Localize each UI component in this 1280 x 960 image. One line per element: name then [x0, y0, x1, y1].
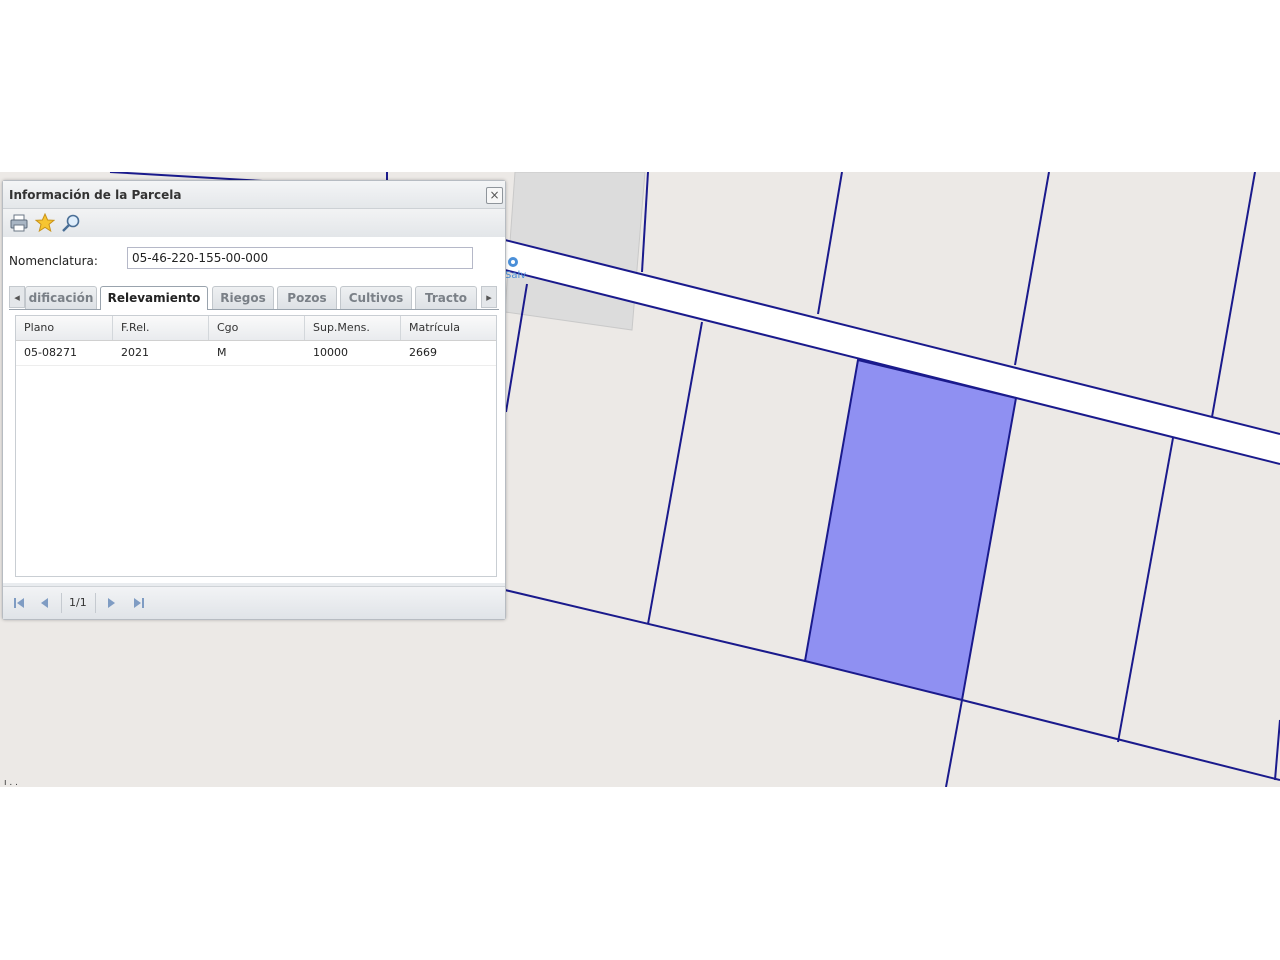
column-header-plano[interactable]: Plano: [16, 316, 113, 340]
star-icon[interactable]: [35, 213, 55, 233]
grid-header: Plano F.Rel. Cgo Sup.Mens. Matrícula: [16, 316, 496, 341]
parcel-line: [817, 172, 843, 315]
column-header-frel[interactable]: F.Rel.: [113, 316, 209, 340]
nomenclatura-input[interactable]: [127, 247, 473, 269]
page-indicator: 1/1: [69, 596, 87, 609]
close-button[interactable]: ×: [486, 187, 503, 204]
first-page-icon[interactable]: [11, 595, 27, 611]
column-header-cgo[interactable]: Cgo: [209, 316, 305, 340]
parcel-line: [647, 321, 703, 625]
relevamiento-grid[interactable]: Plano F.Rel. Cgo Sup.Mens. Matrícula 05-…: [15, 315, 497, 577]
column-header-matricula[interactable]: Matrícula: [401, 316, 496, 340]
parcel-line: [504, 589, 806, 662]
cell-sup-mens: 10000: [313, 346, 348, 359]
printer-icon[interactable]: [9, 213, 29, 233]
parcel-line: [1117, 437, 1174, 743]
cell-matricula: 2669: [409, 346, 437, 359]
window-body: Nomenclatura: ◂ dificación Relevamiento …: [3, 237, 505, 583]
next-page-icon[interactable]: [103, 595, 119, 611]
parcel-line: [961, 699, 1280, 781]
last-page-icon[interactable]: [131, 595, 147, 611]
tab-cultivos[interactable]: Cultivos: [340, 286, 412, 309]
tab-scroll-right-icon[interactable]: ▸: [481, 286, 497, 308]
parcel-line: [945, 699, 963, 787]
parcel-line: [1211, 172, 1256, 418]
location-pin-icon[interactable]: [508, 257, 518, 267]
tab-relevamiento[interactable]: Relevamiento: [100, 286, 208, 310]
pager-separator: [95, 593, 96, 613]
tab-bar: ◂ dificación Relevamiento Riegos Pozos C…: [9, 283, 499, 310]
cell-cgo: M: [217, 346, 227, 359]
magnifier-icon[interactable]: [61, 213, 81, 233]
tab-riegos[interactable]: Riegos: [212, 286, 274, 309]
tab-pozos[interactable]: Pozos: [277, 286, 337, 309]
window-header[interactable]: Información de la Parcela ×: [3, 181, 505, 209]
selected-parcel[interactable]: [803, 358, 1018, 702]
table-row[interactable]: 05-08271 2021 M 10000 2669: [16, 341, 496, 366]
toolbar: [3, 209, 505, 237]
parcel-info-window[interactable]: Información de la Parcela × Nomenclatura…: [2, 180, 506, 620]
pager-separator: [61, 593, 62, 613]
map-attribution: ı . .: [4, 778, 18, 787]
paging-toolbar: 1/1: [3, 586, 505, 619]
previous-page-icon[interactable]: [37, 595, 53, 611]
cell-frel: 2021: [121, 346, 149, 359]
cell-plano: 05-08271: [24, 346, 77, 359]
tab-scroll-left-icon[interactable]: ◂: [9, 286, 25, 308]
tab-edificacion[interactable]: dificación: [25, 286, 97, 309]
parcel-line: [1014, 172, 1050, 366]
parcel-line: [1274, 719, 1280, 781]
tab-tracto[interactable]: Tracto: [415, 286, 477, 309]
column-header-sup-mens[interactable]: Sup.Mens.: [305, 316, 401, 340]
map-place-label: Salv: [505, 270, 527, 281]
window-title: Información de la Parcela: [9, 188, 182, 202]
nomenclatura-label: Nomenclatura:: [9, 254, 98, 268]
